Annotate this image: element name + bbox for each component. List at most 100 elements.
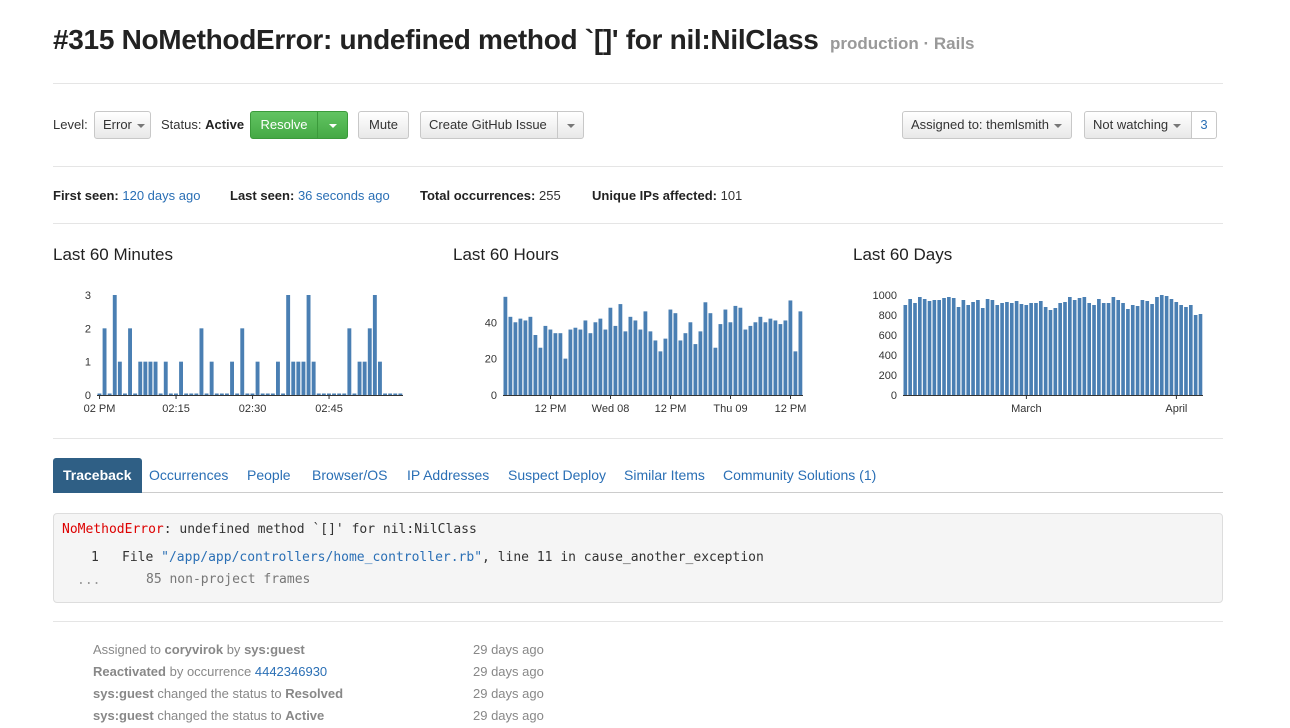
chart-bar[interactable] <box>593 322 598 395</box>
chart-bar[interactable] <box>663 338 668 395</box>
chart-bar[interactable] <box>276 361 280 395</box>
chart-bar[interactable] <box>758 316 763 395</box>
chart-bar[interactable] <box>1058 303 1062 395</box>
chart-bar[interactable] <box>1068 297 1072 395</box>
resolve-button[interactable]: Resolve <box>250 111 318 139</box>
chart-bar[interactable] <box>628 316 633 395</box>
chart-bar[interactable] <box>768 318 773 395</box>
chart-bar[interactable] <box>327 393 331 396</box>
frame-file-link[interactable]: "/app/app/controllers/home_controller.rb… <box>161 550 482 565</box>
chart-bar[interactable] <box>713 347 718 395</box>
chart-bar[interactable] <box>743 329 748 395</box>
tab-browser-os[interactable]: Browser/OS <box>312 458 387 493</box>
chart-bar[interactable] <box>528 316 533 395</box>
chart-bar[interactable] <box>558 333 563 395</box>
chart-bar[interactable] <box>240 328 245 395</box>
chart-bar[interactable] <box>773 320 778 395</box>
chart-bar[interactable] <box>1024 305 1029 395</box>
chart-bar[interactable] <box>583 320 588 395</box>
chart-bar[interactable] <box>1077 298 1082 395</box>
chart-bar[interactable] <box>194 393 199 396</box>
chart-bar[interactable] <box>378 361 382 395</box>
chart-bar[interactable] <box>1145 301 1150 395</box>
chart-bar[interactable] <box>971 302 975 395</box>
chart-bar[interactable] <box>908 299 912 395</box>
chart-bar[interactable] <box>1126 309 1130 395</box>
chart-bar[interactable] <box>1072 300 1077 395</box>
chart-bar[interactable] <box>538 347 543 395</box>
chart-bar[interactable] <box>718 324 723 395</box>
chart-bar[interactable] <box>260 393 265 396</box>
chart-bar[interactable] <box>174 393 178 396</box>
chart-bar[interactable] <box>393 393 398 396</box>
mute-button[interactable]: Mute <box>358 111 409 139</box>
chart-bar[interactable] <box>633 320 638 395</box>
first-seen-link[interactable]: 120 days ago <box>122 188 200 203</box>
chart-bar[interactable] <box>927 301 932 395</box>
chart-bar[interactable] <box>245 393 250 396</box>
chart-bar[interactable] <box>1121 303 1125 395</box>
chart-bar[interactable] <box>518 318 523 395</box>
chart-bar[interactable] <box>956 307 961 395</box>
non-project-frames-toggle[interactable]: 85 non-project frames <box>146 572 310 587</box>
chart-bar[interactable] <box>1106 303 1111 395</box>
chart-bar[interactable] <box>168 393 173 396</box>
chart-bar[interactable] <box>1193 315 1198 395</box>
chart-bar[interactable] <box>128 328 132 395</box>
chart-bar[interactable] <box>573 327 578 395</box>
chart-bar[interactable] <box>143 361 148 395</box>
chart-bar[interactable] <box>1043 307 1048 395</box>
chart-bar[interactable] <box>638 329 643 395</box>
chart-bar[interactable] <box>913 303 917 395</box>
chart-bar[interactable] <box>598 318 603 395</box>
chart-bar[interactable] <box>255 361 260 395</box>
chart-bar[interactable] <box>643 311 648 395</box>
chart-bar[interactable] <box>1164 296 1169 395</box>
occurrence-link[interactable]: 4442346930 <box>255 664 327 679</box>
chart-bar[interactable] <box>1179 305 1183 395</box>
chart-bar[interactable] <box>301 361 306 395</box>
chart-bar[interactable] <box>793 351 798 395</box>
assignee-dropdown[interactable]: Assigned to: themlsmith <box>902 111 1072 139</box>
chart-bar[interactable] <box>733 305 738 395</box>
chart-bar[interactable] <box>184 393 189 396</box>
chart-bar[interactable] <box>798 311 803 395</box>
chart-bar[interactable] <box>1140 300 1145 395</box>
chart-bar[interactable] <box>1150 304 1154 395</box>
chart-bar[interactable] <box>918 297 922 395</box>
chart-bar[interactable] <box>653 340 658 395</box>
chart-bar[interactable] <box>372 295 377 395</box>
chart-bar[interactable] <box>783 320 788 395</box>
chart-bar[interactable] <box>985 299 990 395</box>
watching-dropdown[interactable]: Not watching <box>1084 111 1192 139</box>
chart-bar[interactable] <box>321 393 326 396</box>
chart-bar[interactable] <box>133 393 138 396</box>
chart-bar[interactable] <box>966 305 971 395</box>
tab-community-solutions[interactable]: Community Solutions (1) <box>723 458 876 493</box>
chart-bar[interactable] <box>250 393 255 396</box>
chart-bar[interactable] <box>1053 308 1058 395</box>
chart-bar[interactable] <box>296 361 301 395</box>
chart-bar[interactable] <box>990 300 995 395</box>
chart-bar[interactable] <box>942 298 946 395</box>
chart-bar[interactable] <box>980 308 985 395</box>
chart-bar[interactable] <box>214 393 219 396</box>
chart-bar[interactable] <box>117 361 122 395</box>
chart-bar[interactable] <box>342 393 347 396</box>
chart-bar[interactable] <box>1005 302 1009 395</box>
chart-bar[interactable] <box>1048 310 1053 395</box>
chart-bar[interactable] <box>230 361 234 395</box>
chart-bar[interactable] <box>995 305 1000 395</box>
chart-bar[interactable] <box>383 393 387 396</box>
chart-bar[interactable] <box>543 325 548 395</box>
chart-bar[interactable] <box>158 393 163 396</box>
chart-bar[interactable] <box>668 309 673 395</box>
chart-bar[interactable] <box>618 304 623 395</box>
chart-bar[interactable] <box>1198 314 1203 395</box>
chart-bar[interactable] <box>1159 295 1164 395</box>
chart-bar[interactable] <box>1092 305 1096 395</box>
chart-bar[interactable] <box>112 295 117 395</box>
chart-bar[interactable] <box>398 393 403 396</box>
chart-bar[interactable] <box>1038 301 1043 395</box>
chart-bar[interactable] <box>753 322 758 395</box>
